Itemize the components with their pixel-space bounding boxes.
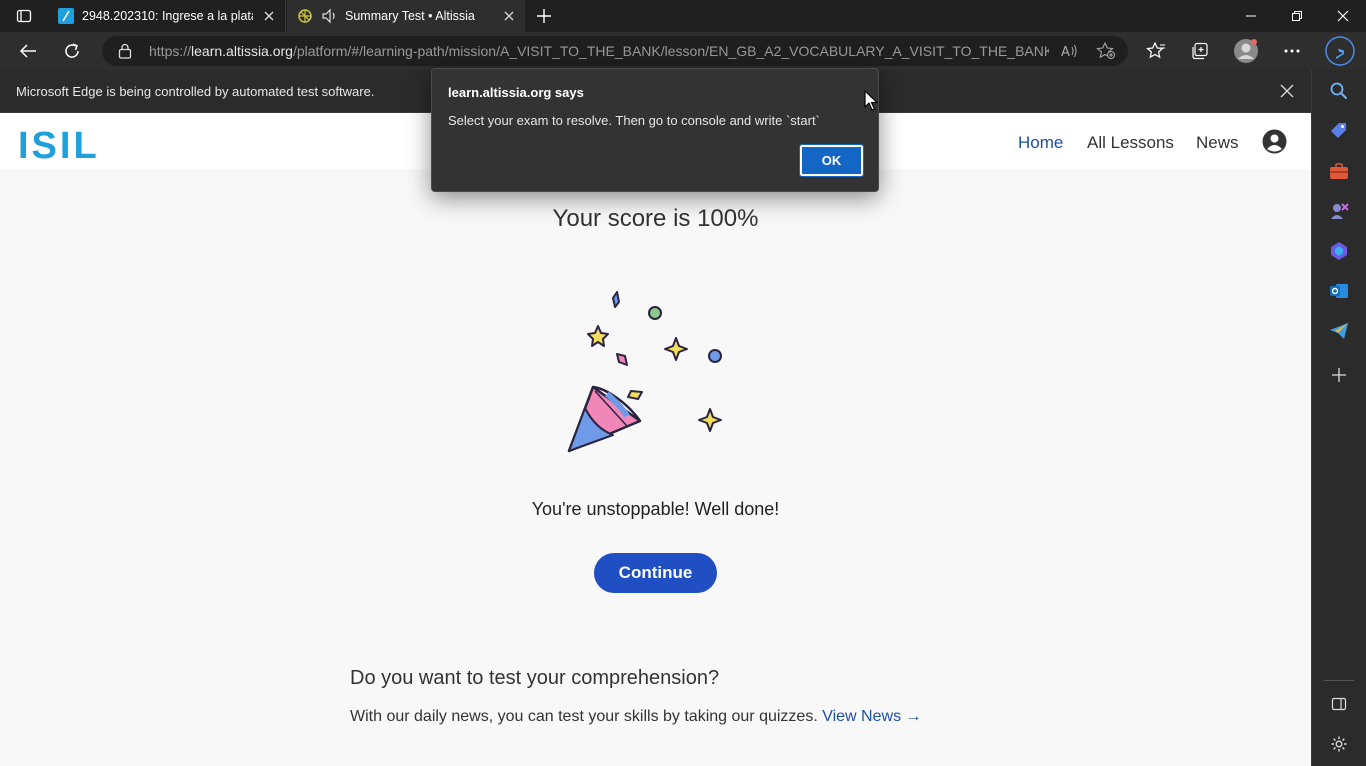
alert-dialog: learn.altissia.org says Select your exam… (431, 68, 879, 192)
tab-canvas[interactable]: 2948.202310: Ingrese a la platafo (48, 0, 286, 32)
settings-gear-icon[interactable] (1328, 733, 1350, 755)
continue-button[interactable]: Continue (594, 553, 717, 593)
favorites-icon[interactable] (1142, 37, 1170, 65)
infobar-close-icon[interactable] (1279, 83, 1295, 104)
nav-news[interactable]: News (1196, 133, 1239, 153)
collections-icon[interactable] (1186, 37, 1214, 65)
score-heading: Your score is 100% (552, 205, 759, 232)
svg-text:A: A (1061, 45, 1070, 60)
telegram-send-icon[interactable] (1328, 320, 1350, 342)
shopping-tag-icon[interactable] (1328, 120, 1350, 142)
add-favorite-icon[interactable] (1096, 41, 1116, 65)
add-sidebar-app-icon[interactable] (1328, 364, 1350, 386)
cheer-message: You're unstoppable! Well done! (531, 499, 780, 519)
mouse-cursor-icon (864, 90, 878, 117)
nav-all-lessons[interactable]: All Lessons (1087, 133, 1174, 153)
hide-sidebar-icon[interactable] (1328, 693, 1350, 715)
outlook-icon[interactable] (1328, 280, 1350, 302)
tab-title: Summary Test • Altissia (345, 9, 475, 23)
speaker-icon[interactable] (321, 8, 337, 24)
lock-icon[interactable] (118, 43, 132, 64)
back-arrow-icon[interactable] (14, 37, 42, 65)
minimize-icon[interactable] (1228, 0, 1274, 32)
infobar-message: Microsoft Edge is being controlled by au… (16, 84, 375, 99)
tab-actions-icon[interactable] (10, 6, 38, 26)
games-icon[interactable] (1328, 200, 1350, 222)
edge-sidebar (1311, 70, 1366, 766)
arrow-right-icon: → (905, 708, 922, 725)
nav-home[interactable]: Home (1018, 133, 1063, 153)
altissia-favicon-icon (297, 8, 313, 24)
canvas-favicon-icon (58, 8, 74, 24)
tab-close-icon[interactable] (261, 8, 277, 24)
party-popper-illustration (555, 288, 735, 463)
view-news-link[interactable]: View News → (822, 708, 921, 725)
restore-icon[interactable] (1274, 0, 1320, 32)
more-options-icon[interactable] (1278, 37, 1306, 65)
sidebar-divider (1324, 680, 1354, 681)
tab-strip: 2948.202310: Ingrese a la platafo Summar… (0, 0, 1366, 32)
address-bar[interactable]: https://learn.altissia.org/platform/#/le… (102, 36, 1128, 66)
dialog-ok-button[interactable]: OK (799, 144, 864, 177)
profile-avatar-icon[interactable] (1232, 37, 1260, 65)
tab-altissia[interactable]: Summary Test • Altissia (287, 0, 525, 32)
tab-title: 2948.202310: Ingrese a la platafo (82, 9, 253, 23)
url-text: https://learn.altissia.org/platform/#/le… (149, 43, 1049, 59)
read-aloud-icon[interactable]: A (1060, 42, 1078, 65)
bing-copilot-icon[interactable] (1324, 35, 1356, 67)
user-account-icon[interactable] (1262, 129, 1287, 159)
page-content: ISIL Home All Lessons News Your score is… (0, 113, 1311, 766)
microsoft-365-icon[interactable] (1328, 240, 1350, 262)
window-close-icon[interactable] (1320, 0, 1366, 32)
dialog-title: learn.altissia.org says (448, 85, 584, 100)
isil-logo[interactable]: ISIL (18, 125, 100, 168)
promo-text: With our daily news, you can test your s… (350, 708, 922, 726)
dialog-message: Select your exam to resolve. Then go to … (448, 113, 820, 128)
new-tab-icon[interactable] (534, 6, 554, 26)
search-icon[interactable] (1328, 80, 1350, 102)
promo-description: With our daily news, you can test your s… (350, 708, 818, 725)
refresh-icon[interactable] (58, 37, 86, 65)
navigation-bar: https://learn.altissia.org/platform/#/le… (0, 32, 1366, 70)
promo-heading: Do you want to test your comprehension? (350, 667, 720, 689)
tab-close-icon[interactable] (501, 8, 517, 24)
tools-briefcase-icon[interactable] (1328, 160, 1350, 182)
